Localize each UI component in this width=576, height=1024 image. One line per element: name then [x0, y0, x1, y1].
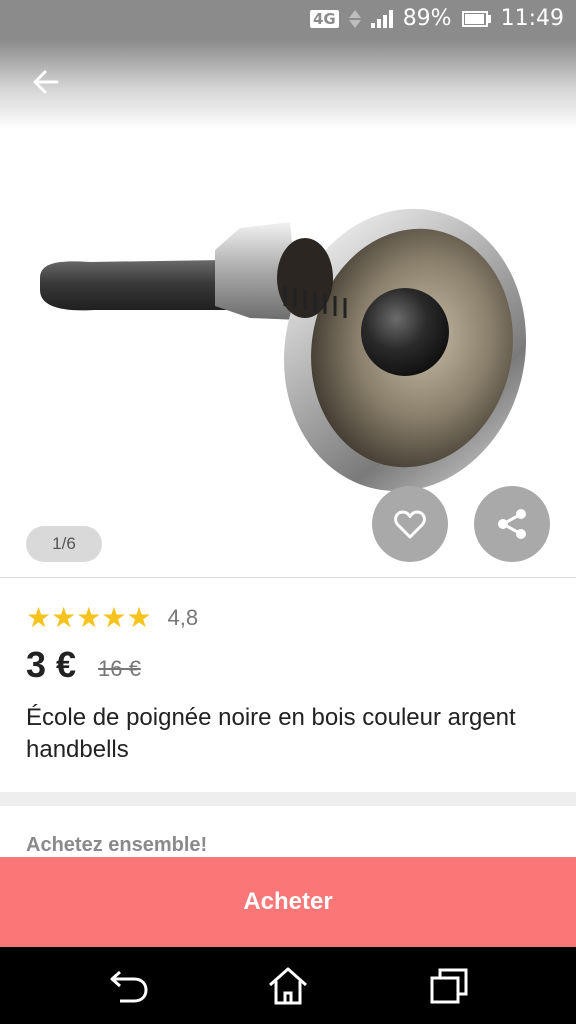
nav-home-button[interactable]	[258, 961, 318, 1011]
clock: 11:49	[500, 6, 564, 31]
current-price: 3 €	[26, 644, 77, 685]
data-activity-icon	[348, 9, 361, 28]
star-icon: ★	[76, 602, 102, 633]
battery-icon	[461, 10, 491, 27]
share-icon	[498, 509, 526, 539]
favorite-button[interactable]	[372, 486, 448, 562]
buy-button[interactable]: Acheter	[0, 857, 576, 947]
back-button[interactable]	[24, 60, 68, 104]
star-rating: ★★★★★	[26, 604, 152, 632]
product-title: École de poignée noire en bois couleur a…	[26, 704, 516, 763]
recent-apps-icon	[430, 968, 468, 1004]
rating-value: 4,8	[167, 605, 199, 630]
original-price: 16 €	[98, 656, 141, 681]
buy-together-heading: Achetez ensemble!	[26, 834, 208, 856]
star-icon: ★	[51, 602, 77, 633]
nav-back-button[interactable]	[98, 961, 158, 1011]
image-counter: 1/6	[26, 526, 102, 562]
return-icon	[110, 970, 148, 1003]
star-icon: ★	[101, 602, 127, 633]
header-gradient	[0, 40, 576, 130]
share-button[interactable]	[474, 486, 550, 562]
star-icon: ★	[26, 602, 52, 633]
star-icon: ★	[126, 602, 152, 633]
battery-percent: 89%	[402, 6, 452, 31]
divider	[0, 577, 576, 578]
section-separator	[0, 792, 576, 806]
heart-icon	[394, 510, 426, 539]
arrow-left-icon	[33, 70, 59, 94]
nav-recents-button[interactable]	[418, 961, 478, 1011]
home-icon	[269, 967, 307, 1005]
signal-icon	[370, 9, 393, 28]
network-type: 4G	[309, 9, 339, 28]
status-bar: 4G 89% 11:49	[0, 0, 576, 40]
rating-row: ★★★★★ 4,8	[26, 604, 198, 632]
navigation-bar	[0, 947, 576, 1024]
